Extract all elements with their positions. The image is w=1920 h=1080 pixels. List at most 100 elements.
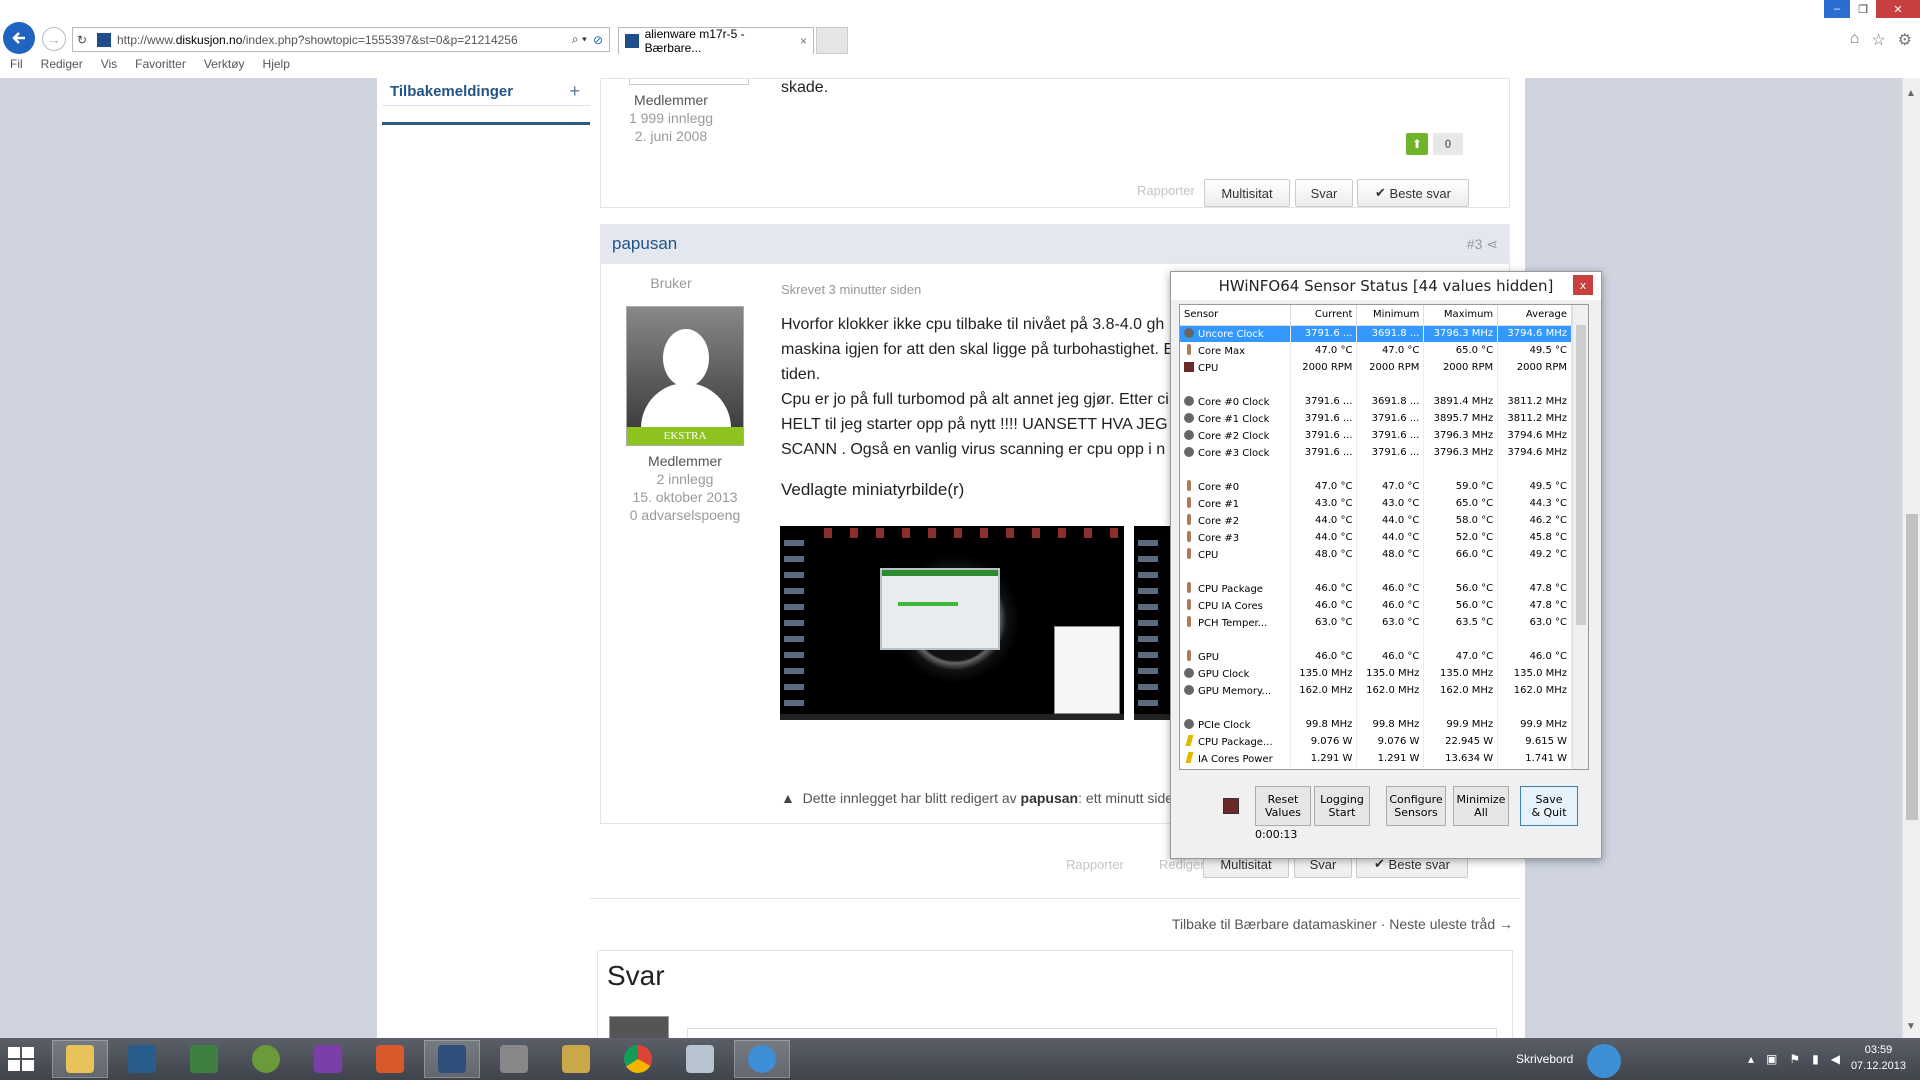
taskbar-explorer[interactable]	[52, 1040, 108, 1078]
new-tab-button[interactable]	[816, 27, 848, 54]
settings-gear-icon[interactable]: ⚙	[1898, 30, 1912, 50]
taskbar-network-app[interactable]	[486, 1040, 542, 1078]
taskbar-xbox-app[interactable]	[238, 1040, 294, 1078]
hwinfo-window[interactable]: HWiNFO64 Sensor Status [44 values hidden…	[1170, 271, 1602, 859]
configure-sensors-button[interactable]: Configure Sensors	[1386, 786, 1446, 826]
scroll-down-icon[interactable]: ▼	[1906, 1021, 1916, 1032]
save-quit-button[interactable]: Save & Quit	[1520, 786, 1578, 826]
sensor-row[interactable]: GPU Clock 135.0 MHz 135.0 MHz 135.0 MHz 135.…	[1180, 665, 1572, 682]
sensor-row[interactable]: CPU IA Cores 46.0 °C 46.0 °C 56.0 °C 47.8 °C	[1180, 597, 1572, 614]
sensor-row[interactable]: PCIe Clock 99.8 MHz 99.8 MHz 99.9 MHz 99.9 M…	[1180, 716, 1572, 733]
taskbar-gpu-app[interactable]	[176, 1040, 232, 1078]
forward-button[interactable]: →	[42, 27, 66, 51]
sensor-row[interactable]: Uncore Clock 3791.6 ... 3691.8 ... 3796.3 M…	[1180, 325, 1572, 342]
tray-app-icon[interactable]: ▣	[1766, 1052, 1777, 1066]
sensor-row[interactable]: Core #0 Clock 3791.6 ... 3691.8 ... 3891.4 …	[1180, 393, 1572, 410]
back-button[interactable]	[3, 22, 35, 54]
taskbar-calculator[interactable]	[672, 1040, 728, 1078]
taskbar-ie[interactable]	[734, 1040, 790, 1078]
hwinfo-titlebar[interactable]: HWiNFO64 Sensor Status [44 values hidden…	[1171, 272, 1601, 300]
tray-chevron-icon[interactable]: ▴	[1748, 1052, 1754, 1066]
page-scrollbar[interactable]: ▲ ▼	[1902, 78, 1920, 1038]
taskbar-monitor-app[interactable]	[114, 1040, 170, 1078]
edited-by[interactable]: papusan	[1021, 790, 1079, 806]
column-header[interactable]: Minimum	[1356, 305, 1425, 326]
scrollbar-thumb[interactable]	[1906, 514, 1918, 820]
hwinfo-close-button[interactable]: x	[1573, 275, 1593, 295]
column-header[interactable]: Sensor	[1180, 305, 1291, 326]
reset-values-button[interactable]: Reset Values	[1255, 786, 1311, 826]
menu-edit[interactable]: Rediger	[31, 57, 91, 75]
best-answer-button[interactable]: ✔ Beste svar	[1357, 179, 1469, 207]
column-header[interactable]: Average	[1497, 305, 1572, 326]
restore-button[interactable]: ❐	[1850, 0, 1876, 18]
taskbar-office[interactable]	[362, 1040, 418, 1078]
post-author-link[interactable]: papusan	[612, 234, 677, 254]
sensor-row[interactable]: CPU Package 46.0 °C 46.0 °C 56.0 °C 47.8 °C	[1180, 580, 1572, 597]
tab-close-icon[interactable]: ×	[800, 34, 807, 48]
sensor-row[interactable]: Core #1 Clock 3791.6 ... 3791.6 ... 3895.7 …	[1180, 410, 1572, 427]
url-text[interactable]: http://www.diskusjon.no/index.php?showto…	[117, 33, 572, 47]
stop-icon[interactable]: ⊘	[593, 33, 603, 47]
vote-up-icon[interactable]: ⬆	[1406, 133, 1428, 155]
edit-link[interactable]: Rediger	[1159, 857, 1205, 872]
sidebar-feedback[interactable]: Tilbakemeldinger +	[382, 78, 590, 106]
sensor-row[interactable]: Core #0 47.0 °C 47.0 °C 59.0 °C 49.5 °C	[1180, 478, 1572, 495]
plus-icon[interactable]: +	[569, 81, 580, 102]
sensor-row[interactable]: Core #3 Clock 3791.6 ... 3791.6 ... 3796.3 …	[1180, 444, 1572, 461]
back-to-forum-link[interactable]: Tilbake til Bærbare datamaskiner	[1172, 916, 1377, 932]
attachment-thumbnail[interactable]	[780, 526, 1124, 720]
tray-flag-icon[interactable]: ⚑	[1789, 1052, 1800, 1066]
taskbar-cpuz[interactable]	[300, 1040, 356, 1078]
menu-file[interactable]: Fil	[0, 57, 31, 75]
avatar[interactable]: EKSTRA	[626, 306, 744, 446]
refresh-icon[interactable]: ↻	[77, 33, 93, 47]
taskbar-hwinfo[interactable]	[424, 1040, 480, 1078]
next-unread-link[interactable]: Neste uleste tråd →	[1389, 916, 1513, 932]
taskbar-clock[interactable]: 03:59 07.12.2013	[1851, 1042, 1906, 1074]
column-header[interactable]: Current	[1290, 305, 1358, 326]
report-link[interactable]: Rapporter	[1066, 857, 1124, 872]
menu-favorites[interactable]: Favoritter	[125, 57, 194, 75]
sensor-row[interactable]: CPU 2000 RPM 2000 RPM 2000 RPM 2000 RPM	[1180, 359, 1572, 376]
attachment-thumbnail[interactable]	[1134, 526, 1174, 720]
ie-tray-icon[interactable]	[1587, 1044, 1621, 1078]
sensor-row[interactable]: CPU 48.0 °C 48.0 °C 66.0 °C 49.2 °C	[1180, 546, 1572, 563]
sensor-row[interactable]: Core #2 Clock 3791.6 ... 3791.6 ... 3796.3 …	[1180, 427, 1572, 444]
home-icon[interactable]: ⌂	[1850, 30, 1860, 50]
windows-start-icon[interactable]	[8, 1047, 36, 1073]
minimize-all-button[interactable]: Minimize All	[1453, 786, 1509, 826]
sensor-table-scrollbar[interactable]	[1572, 305, 1588, 769]
scroll-up-icon[interactable]: ▲	[1906, 88, 1916, 99]
sensor-row[interactable]: CPU Package... 9.076 W 9.076 W 22.945 W 9.61…	[1180, 733, 1572, 750]
favorites-star-icon[interactable]: ☆	[1871, 30, 1885, 50]
post-number-link[interactable]: #3 ⋖	[1467, 236, 1498, 253]
scrollbar-thumb[interactable]	[1576, 325, 1586, 625]
minimize-button[interactable]: –	[1824, 0, 1850, 18]
reply-editor[interactable]	[687, 1028, 1497, 1038]
logging-start-button[interactable]: Logging Start	[1314, 786, 1370, 826]
tray-network-icon[interactable]: ▮	[1812, 1052, 1819, 1066]
desktop-toolbar-label[interactable]: Skrivebord	[1516, 1052, 1573, 1066]
menu-view[interactable]: Vis	[91, 57, 125, 75]
share-icon[interactable]: ⋖	[1486, 236, 1498, 252]
taskbar-tools-app[interactable]	[548, 1040, 604, 1078]
address-bar[interactable]: ↻ http://www.diskusjon.no/index.php?show…	[72, 27, 610, 52]
menu-tools[interactable]: Verktøy	[194, 57, 253, 75]
report-link[interactable]: Rapporter	[1137, 183, 1195, 198]
sensor-row[interactable]: Core #3 44.0 °C 44.0 °C 52.0 °C 45.8 °C	[1180, 529, 1572, 546]
sensor-row[interactable]: Core Max 47.0 °C 47.0 °C 65.0 °C 49.5 °C	[1180, 342, 1572, 359]
sensor-row[interactable]: Core #2 44.0 °C 44.0 °C 58.0 °C 46.2 °C	[1180, 512, 1572, 529]
sensor-row[interactable]: PCH Temper... 63.0 °C 63.0 °C 63.5 °C 63.0 °…	[1180, 614, 1572, 631]
taskbar-chrome[interactable]	[610, 1040, 666, 1078]
search-icon[interactable]: ⌕ ▾	[572, 32, 587, 47]
column-header[interactable]: Maximum	[1423, 305, 1499, 326]
sensor-row[interactable]: GPU Memory... 162.0 MHz 162.0 MHz 162.0 MHz…	[1180, 682, 1572, 699]
sensor-row[interactable]: Core #1 43.0 °C 43.0 °C 65.0 °C 44.3 °C	[1180, 495, 1572, 512]
reply-button[interactable]: Svar	[1295, 179, 1353, 207]
sensor-row[interactable]: IA Cores Power 1.291 W 1.291 W 13.634 W 1.74…	[1180, 750, 1572, 767]
tray-volume-icon[interactable]: ◀	[1831, 1052, 1840, 1066]
hwinfo-settings-icon[interactable]	[1223, 798, 1239, 814]
menu-help[interactable]: Hjelp	[253, 57, 298, 75]
tab-alienware[interactable]: alienware m17r-5 - Bærbare... ×	[618, 27, 814, 55]
